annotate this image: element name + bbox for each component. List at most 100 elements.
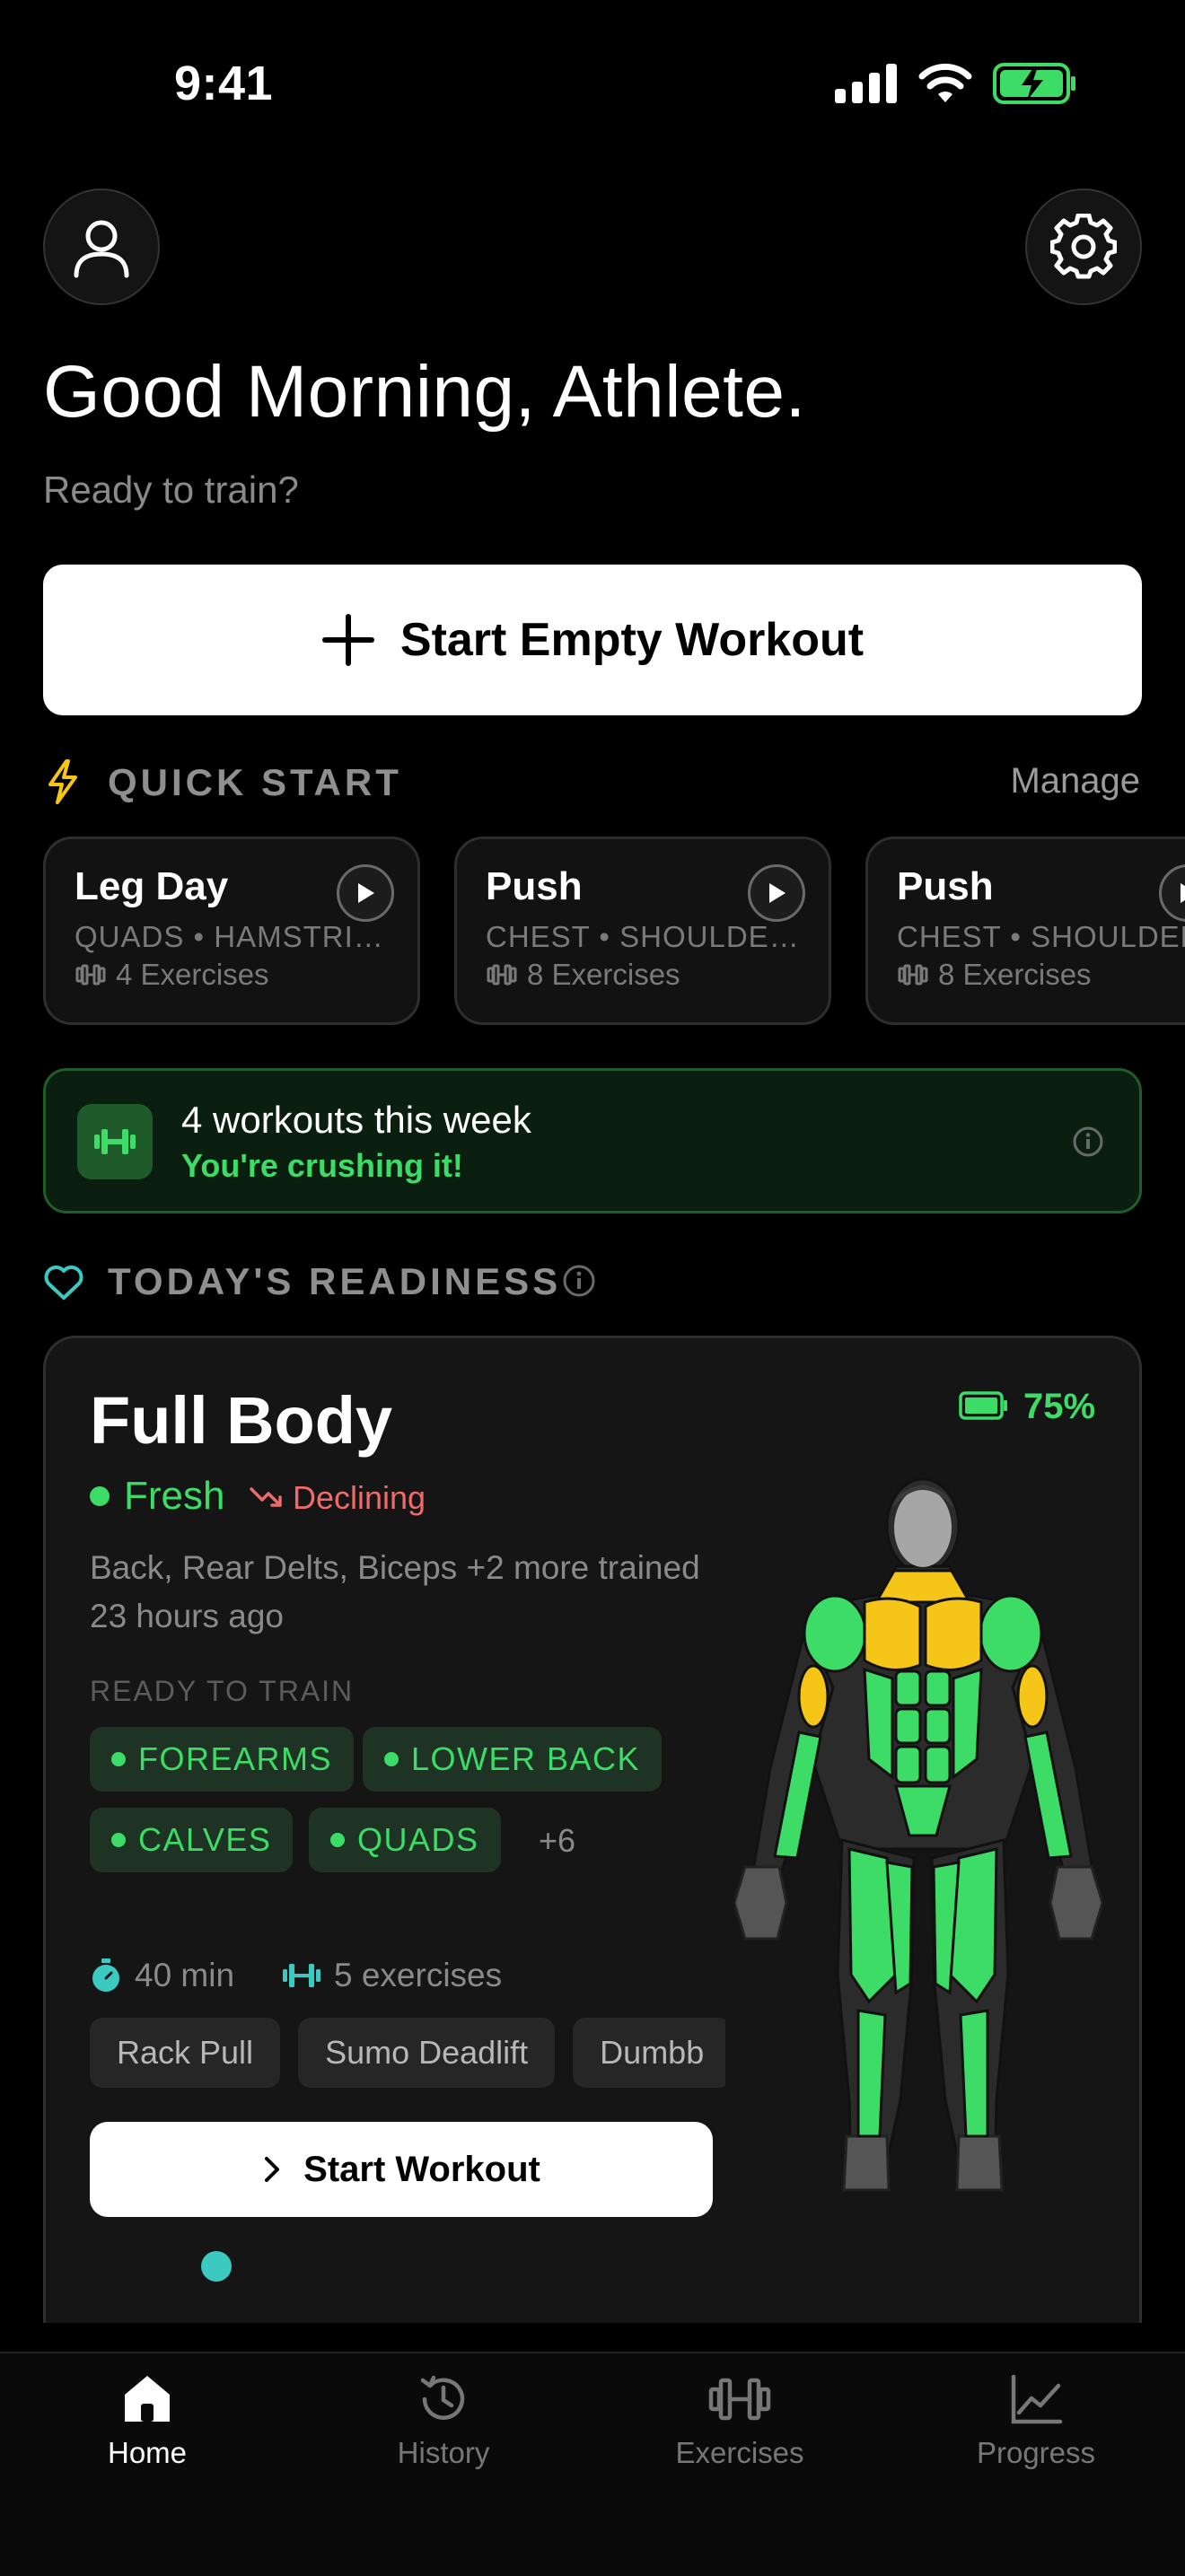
start-empty-workout-label: Start Empty Workout <box>399 614 865 666</box>
quick-start-title: QUICK START <box>108 761 402 803</box>
stopwatch-icon <box>92 1958 119 1992</box>
tab-history[interactable]: History <box>354 2371 533 2470</box>
dumbbell-icon <box>898 964 928 986</box>
trend-label: Declining <box>293 1479 426 1516</box>
trending-down-icon <box>250 1487 282 1507</box>
wifi-icon <box>918 63 972 102</box>
info-icon <box>1073 1126 1103 1157</box>
profile-button[interactable] <box>43 188 160 305</box>
heart-icon-wrap <box>43 1264 84 1306</box>
muscle-chip-label: QUADS <box>357 1821 479 1858</box>
greeting-title: Good Morning, Athlete. <box>43 351 806 433</box>
readiness-title: TODAY'S READINESS <box>108 1260 562 1302</box>
start-empty-workout-button[interactable]: Start Empty Workout <box>43 565 1142 715</box>
chevron-right-icon <box>265 2157 280 2182</box>
tab-history-label: History <box>397 2436 490 2469</box>
muscle-map-figure <box>733 1477 1104 2192</box>
lightning-icon-wrap <box>47 759 79 809</box>
play-icon <box>358 883 374 903</box>
cellular-signal-icon <box>835 64 897 103</box>
quick-start-card[interactable]: Leg Day QUADS • HAMSTRIN... 4 Exercises <box>43 837 420 1025</box>
muscle-chip: CALVES <box>90 1808 294 1872</box>
battery-percent: 75% <box>1023 1387 1096 1426</box>
battery-icon <box>959 1391 1007 1420</box>
quick-start-card-meta: 8 Exercises <box>897 958 1185 992</box>
tab-home-label: Home <box>107 2436 188 2469</box>
quick-start-card[interactable]: Push CHEST • SHOULDER 8 Exercises <box>865 837 1185 1025</box>
more-muscles-count[interactable]: +6 <box>539 1822 575 1860</box>
dumbbell-icon <box>75 964 106 986</box>
ready-to-train-label: READY TO TRAIN <box>90 1675 355 1707</box>
exercise-chip[interactable]: Sumo Deadlift <box>298 2018 556 2088</box>
dumbbell-icon <box>708 2378 771 2421</box>
muscle-chip-label: CALVES <box>138 1821 272 1858</box>
plus-icon <box>321 614 374 666</box>
quick-start-card[interactable]: Push CHEST • SHOULDER... 8 Exercises <box>454 837 831 1025</box>
weekly-summary-icon-box <box>77 1104 153 1179</box>
muscle-chip: LOWER BACK <box>363 1727 663 1792</box>
partial-indicator <box>201 2251 232 2282</box>
chart-icon <box>1011 2374 1063 2424</box>
quick-start-card-name: Push <box>897 864 994 908</box>
status-icons <box>835 63 1077 104</box>
weekly-summary-title: 4 workouts this week <box>181 1099 531 1141</box>
settings-button[interactable] <box>1025 188 1142 305</box>
quick-start-card-muscles: CHEST • SHOULDER... <box>486 920 800 953</box>
duration-label: 40 min <box>135 1957 235 1993</box>
quick-start-card-meta: 4 Exercises <box>75 958 389 992</box>
info-icon <box>563 1265 595 1297</box>
trend-declining: Declining <box>250 1479 426 1517</box>
quick-start-card-meta: 8 Exercises <box>486 958 800 992</box>
exercise-count-meta: 5 exercises <box>282 1957 502 1994</box>
dumbbell-icon <box>94 1129 136 1154</box>
body-figure <box>733 1472 1104 2204</box>
workout-title: Full Body <box>90 1383 393 1458</box>
status-dot <box>90 1486 110 1506</box>
home-icon <box>125 2376 170 2422</box>
tab-exercises-label: Exercises <box>675 2436 804 2469</box>
exercise-chip[interactable]: Dumbb <box>573 2018 725 2088</box>
duration-meta: 40 min <box>90 1957 234 1994</box>
quick-start-card-exercises: 8 Exercises <box>938 958 1092 991</box>
play-icon <box>1181 883 1185 903</box>
battery-charging-icon <box>993 63 1075 104</box>
lightning-icon <box>48 759 77 804</box>
tab-progress[interactable]: Progress <box>946 2371 1126 2470</box>
quick-start-list: Leg Day QUADS • HAMSTRIN... 4 Exercises … <box>43 837 1185 1025</box>
readiness-info-button[interactable] <box>562 1264 596 1302</box>
play-button[interactable] <box>337 864 394 922</box>
heart-icon <box>44 1266 83 1300</box>
start-workout-button[interactable]: Start Workout <box>90 2122 713 2217</box>
exercise-chip-list: Rack Pull Sumo Deadlift Dumbb <box>90 2018 725 2090</box>
quick-start-card-muscles: QUADS • HAMSTRIN... <box>75 920 389 953</box>
play-button[interactable] <box>748 864 805 922</box>
history-icon <box>420 2375 465 2420</box>
last-trained-text: Back, Rear Delts, Biceps +2 more trained… <box>90 1549 700 1634</box>
dumbbell-icon <box>283 1964 320 1987</box>
quick-start-card-muscles: CHEST • SHOULDER <box>897 920 1185 953</box>
start-workout-label: Start Workout <box>303 2149 540 2189</box>
user-icon <box>74 220 129 278</box>
tab-home[interactable]: Home <box>57 2371 237 2470</box>
dumbbell-icon <box>487 964 517 986</box>
info-button[interactable] <box>1072 1126 1104 1162</box>
weekly-summary-subtitle: You're crushing it! <box>181 1147 463 1184</box>
muscle-chip-label: LOWER BACK <box>411 1740 641 1777</box>
exercise-chip[interactable]: Rack Pull <box>90 2018 281 2088</box>
muscle-chip-label: FOREARMS <box>138 1740 333 1777</box>
status-fresh: Fresh <box>90 1474 224 1519</box>
play-icon <box>769 883 786 903</box>
muscle-chip: FOREARMS <box>90 1727 355 1792</box>
muscle-chip: QUADS <box>309 1808 501 1872</box>
battery-icon-wrap <box>959 1391 1009 1424</box>
greeting-subtitle: Ready to train? <box>43 469 299 511</box>
status-label: Fresh <box>124 1474 225 1518</box>
quick-start-card-exercises: 8 Exercises <box>527 958 680 991</box>
quick-start-card-exercises: 4 Exercises <box>116 958 269 991</box>
gear-icon <box>1050 214 1117 279</box>
status-time: 9:41 <box>174 57 274 110</box>
tab-exercises[interactable]: Exercises <box>650 2371 830 2470</box>
exercise-count-label: 5 exercises <box>334 1957 503 1993</box>
tab-progress-label: Progress <box>976 2436 1096 2469</box>
manage-link[interactable]: Manage <box>1010 761 1140 802</box>
